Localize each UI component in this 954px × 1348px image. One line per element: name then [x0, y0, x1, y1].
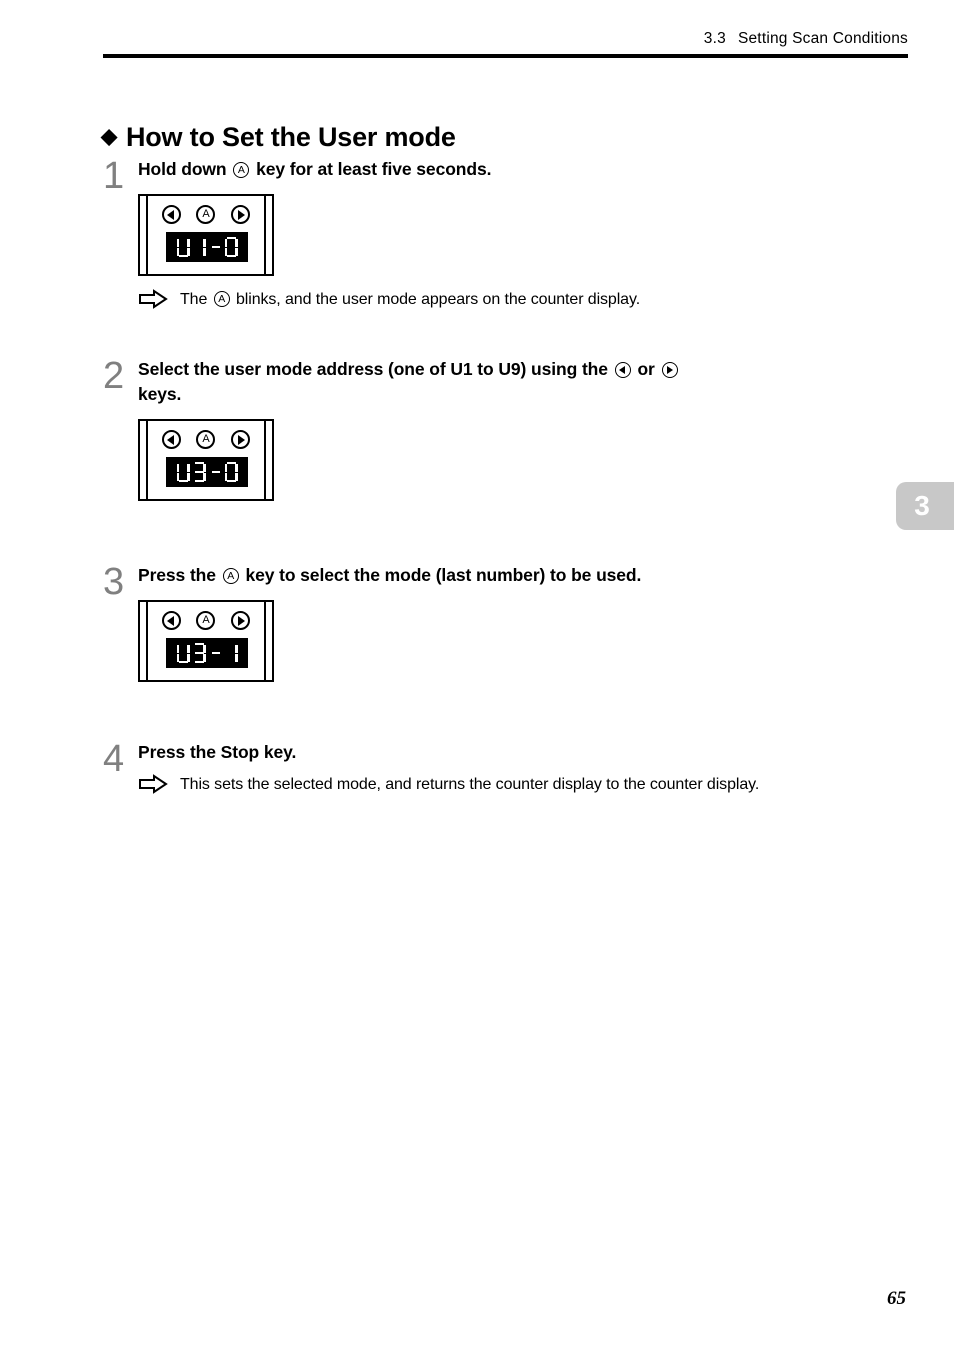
- step-4-note-text: This sets the selected mode, and returns…: [180, 776, 760, 793]
- step-4-note: This sets the selected mode, and returns…: [138, 773, 893, 799]
- left-arrow-key-icon: [161, 611, 181, 630]
- panel-key-row-1: A: [154, 205, 258, 224]
- step-2-heading-part2: keys.: [138, 384, 182, 404]
- seg-digit: [224, 236, 238, 258]
- step-1-note-text: The A blinks, and the user mode appears …: [180, 288, 640, 312]
- page-header: 3.3 Setting Scan Conditions: [103, 30, 908, 58]
- step-2: 2 Select the user mode address (one of U…: [103, 357, 893, 501]
- a-key-icon: A: [196, 611, 216, 630]
- right-arrow-key-icon: [231, 611, 251, 630]
- page-number: 65: [887, 1288, 906, 1309]
- device-panel-figure-3: A: [138, 600, 274, 682]
- step-1: 1 Hold down A key for at least five seco…: [103, 157, 893, 314]
- left-arrow-key-icon: [161, 205, 181, 224]
- header-rule: [103, 54, 908, 58]
- a-key-icon: A: [213, 291, 230, 307]
- step-2-heading: Select the user mode address (one of U1 …: [138, 357, 893, 407]
- seg-digit: [176, 237, 190, 258]
- panel-key-row-3: A: [154, 611, 258, 630]
- step-4-heading: Press the Stop key.: [138, 742, 297, 762]
- panel-right-edge-line: [264, 602, 266, 680]
- panel-left-edge-line: [146, 196, 148, 274]
- chapter-tab-label: 3: [914, 490, 930, 521]
- diamond-bullet-icon: ◆: [101, 125, 117, 149]
- seg-digit: [176, 643, 190, 664]
- note-arrow-icon: [138, 773, 168, 799]
- seg-digit: [193, 237, 206, 258]
- counter-display-3: [166, 638, 248, 668]
- device-panel-figure-1: A: [138, 194, 274, 276]
- header-section-title: Setting Scan Conditions: [737, 30, 908, 47]
- left-arrow-key-icon: [614, 362, 631, 378]
- chapter-tab-3: 3: [896, 482, 954, 530]
- a-key-icon: A: [233, 162, 250, 178]
- panel-right-edge-line: [264, 196, 266, 274]
- step-3-heading-part2: key to select the mode (last number) to …: [245, 565, 642, 585]
- left-arrow-key-icon: [161, 430, 181, 449]
- a-key-icon: A: [196, 430, 216, 449]
- page-title-text: How to Set the User mode: [125, 122, 456, 153]
- a-key-icon: A: [222, 568, 239, 584]
- step-2-heading-mid: or: [637, 359, 655, 379]
- step-1-heading-part2: key for at least five seconds.: [256, 159, 492, 179]
- seg-digit: [176, 462, 190, 483]
- panel-left-edge-line: [146, 602, 148, 680]
- step-4-number: 4: [103, 738, 125, 780]
- right-arrow-key-icon: [231, 430, 251, 449]
- counter-display-1: [166, 232, 248, 262]
- step-1-note-part2: blinks, and the user mode appears on the…: [236, 291, 641, 308]
- panel-right-edge-line: [264, 421, 266, 499]
- step-1-heading: Hold down A key for at least five second…: [138, 157, 893, 182]
- step-3-heading: Press the A key to select the mode (last…: [138, 563, 893, 588]
- step-2-number: 2: [103, 355, 125, 397]
- seg-digit: [225, 643, 238, 664]
- step-2-heading-part1: Select the user mode address (one of U1 …: [138, 359, 608, 379]
- step-3-number: 3: [103, 561, 125, 603]
- counter-display-2: [166, 457, 248, 487]
- a-key-icon: A: [196, 205, 216, 224]
- step-1-note-part1: The: [180, 291, 208, 308]
- step-1-heading-part1: Hold down: [138, 159, 227, 179]
- panel-left-edge-line: [146, 421, 148, 499]
- page-title: ◆ How to Set the User mode: [101, 122, 456, 153]
- seg-digit: [193, 642, 206, 664]
- header-section-number: 3.3: [703, 30, 726, 47]
- panel-key-row-2: A: [154, 430, 258, 449]
- step-1-number: 1: [103, 155, 125, 197]
- step-1-note: The A blinks, and the user mode appears …: [138, 288, 893, 314]
- seg-digit: [209, 237, 222, 258]
- step-4: 4 Press the Stop key. This sets the sele…: [103, 740, 893, 799]
- right-arrow-key-icon: [231, 205, 251, 224]
- header-section-label: 3.3 Setting Scan Conditions: [103, 30, 908, 48]
- seg-digit: [209, 643, 222, 664]
- right-arrow-key-icon: [661, 362, 678, 378]
- step-3: 3 Press the A key to select the mode (la…: [103, 563, 893, 682]
- device-panel-figure-2: A: [138, 419, 274, 501]
- step-3-heading-part1: Press the: [138, 565, 216, 585]
- seg-digit: [224, 461, 238, 483]
- seg-digit: [209, 462, 222, 483]
- seg-digit: [193, 461, 206, 483]
- note-arrow-icon: [138, 288, 168, 314]
